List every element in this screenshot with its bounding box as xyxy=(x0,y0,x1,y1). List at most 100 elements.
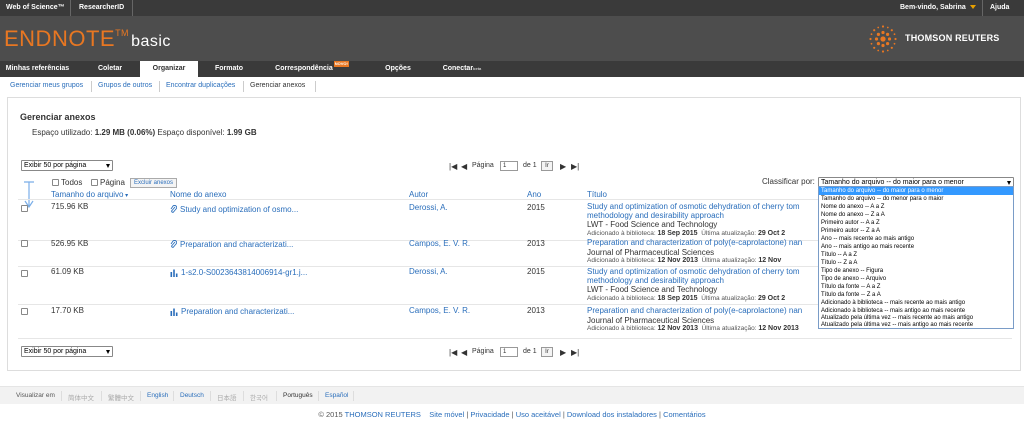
row-author[interactable]: Campos, E. V. R. xyxy=(409,306,470,315)
select-all-checkbox[interactable] xyxy=(52,179,59,186)
row-author[interactable]: Campos, E. V. R. xyxy=(409,239,470,248)
tab-match[interactable]: CorrespondênciaNOVO! xyxy=(262,61,362,77)
go-button[interactable]: Ir xyxy=(541,161,553,171)
sort-option[interactable]: Atualizado pela última vez -- mais antig… xyxy=(819,321,1013,329)
thomson-reuters-link[interactable]: THOMSON REUTERS xyxy=(345,410,421,419)
updated-date: 29 Oct 2 xyxy=(757,230,786,237)
lang-simplified-chinese[interactable]: 简体中文 xyxy=(68,392,94,402)
page-number-input[interactable]: 1 xyxy=(500,347,518,357)
row-checkbox[interactable] xyxy=(21,308,28,315)
sort-option[interactable]: Título -- Z a A xyxy=(819,259,1013,267)
web-of-science-link[interactable]: Web of Science™ xyxy=(6,4,65,11)
reference-title-link-line2[interactable]: methodology and desirability approach xyxy=(587,276,724,285)
sort-option[interactable]: Tamanho do arquivo -- do maior para o me… xyxy=(819,187,1013,196)
subnav-find-duplicates[interactable]: Encontrar duplicações xyxy=(166,82,235,89)
sort-option[interactable]: Primeiro autor -- Z a A xyxy=(819,227,1013,235)
subnav-others-groups[interactable]: Grupos de outros xyxy=(98,82,152,89)
sort-option[interactable]: Título da fonte -- Z a A xyxy=(819,291,1013,299)
sort-option[interactable]: Nome do anexo -- Z a A xyxy=(819,211,1013,219)
reference-title-link[interactable]: Study and optimization of osmotic dehydr… xyxy=(587,202,800,211)
attachment-link[interactable]: Preparation and characterizati... xyxy=(170,307,294,316)
row-checkbox[interactable] xyxy=(21,270,28,277)
col-file-size[interactable]: Tamanho do arquivo ▾ xyxy=(51,190,128,199)
reference-title-link[interactable]: Preparation and characterization of poly… xyxy=(587,238,802,247)
attachment-link[interactable]: Preparation and characterizati... xyxy=(170,240,293,249)
tab-my-references[interactable]: Minhas referências xyxy=(0,61,75,77)
user-menu[interactable]: Bem-vindo, Sabrina xyxy=(900,4,976,11)
sort-option[interactable]: Tipo de anexo -- Arquivo xyxy=(819,275,1013,283)
help-link[interactable]: Ajuda xyxy=(990,4,1009,11)
row-author[interactable]: Derossi, A. xyxy=(409,203,448,212)
subnav-manage-my-groups[interactable]: Gerenciar meus grupos xyxy=(10,82,83,89)
sort-option[interactable]: Título -- A a Z xyxy=(819,251,1013,259)
page-label: Página xyxy=(472,162,494,169)
row-journal: LWT - Food Science and Technology xyxy=(587,220,718,229)
per-page-select-bottom[interactable]: Exibir 50 por página xyxy=(21,346,113,357)
updated-label: Última atualização: xyxy=(701,325,757,332)
endnote-logo[interactable]: ENDNOTETM basic xyxy=(4,26,171,52)
footer-link-acceptable-use[interactable]: Uso aceitável xyxy=(516,410,561,419)
researcherid-link[interactable]: ResearcherID xyxy=(79,4,124,11)
lang-traditional-chinese[interactable]: 繁體中文 xyxy=(108,392,134,402)
col-title[interactable]: Título xyxy=(587,190,607,199)
per-page-select[interactable]: Exibir 50 por página xyxy=(21,160,113,171)
prev-page-icon[interactable]: ◀ xyxy=(461,348,467,357)
footer-link-mobile[interactable]: Site móvel xyxy=(429,410,464,419)
figure-icon xyxy=(170,308,178,316)
lang-japanese[interactable]: 日本語 xyxy=(217,392,237,402)
chevron-down-icon xyxy=(106,164,110,168)
col-attachment-name[interactable]: Nome do anexo xyxy=(170,190,226,199)
attachment-link[interactable]: Study and optimization of osmo... xyxy=(170,205,298,214)
tab-format[interactable]: Formato xyxy=(200,61,258,77)
divider xyxy=(18,338,1012,339)
next-page-icon[interactable]: ▶ xyxy=(560,348,566,357)
sort-option[interactable]: Tamanho do arquivo -- do menor para o ma… xyxy=(819,195,1013,203)
added-date: 12 Nov 2013 xyxy=(657,257,698,264)
row-author[interactable]: Derossi, A. xyxy=(409,267,448,276)
prev-page-icon[interactable]: ◀ xyxy=(461,162,467,171)
footer-link-feedback[interactable]: Comentários xyxy=(663,410,706,419)
lang-spanish[interactable]: Español xyxy=(325,392,349,399)
page-number-input[interactable]: 1 xyxy=(500,161,518,171)
reference-title-link[interactable]: Preparation and characterization of poly… xyxy=(587,306,802,315)
attachment-link[interactable]: 1-s2.0-S0023643814006914-gr1.j... xyxy=(170,268,307,277)
delete-attachments-button[interactable]: Excluir anexos xyxy=(130,178,178,188)
lang-english[interactable]: English xyxy=(147,392,168,399)
last-page-icon[interactable]: ▶| xyxy=(571,348,579,357)
tab-organize[interactable]: Organizar xyxy=(140,61,198,77)
divider xyxy=(101,391,102,401)
sort-option[interactable]: Adicionado à biblioteca -- mais recente … xyxy=(819,299,1013,307)
sort-option[interactable]: Título da fonte -- A a Z xyxy=(819,283,1013,291)
content-panel: Gerenciar anexos Espaço utilizado: 1.29 … xyxy=(7,97,1021,371)
sort-option[interactable]: Nome do anexo -- A a Z xyxy=(819,203,1013,211)
sort-option[interactable]: Primeiro autor -- A a Z xyxy=(819,219,1013,227)
tab-connect[interactable]: Conectarbeta xyxy=(432,61,492,77)
select-page-checkbox[interactable] xyxy=(91,179,98,186)
sort-option[interactable]: Tipo de anexo -- Figura xyxy=(819,267,1013,275)
chevron-down-icon xyxy=(1007,181,1011,185)
reference-title-link[interactable]: Study and optimization of osmotic dehydr… xyxy=(587,267,800,276)
page-title: Gerenciar anexos xyxy=(20,112,96,122)
last-page-icon[interactable]: ▶| xyxy=(571,162,579,171)
next-page-icon[interactable]: ▶ xyxy=(560,162,566,171)
tab-options[interactable]: Opções xyxy=(370,61,426,77)
row-checkbox[interactable] xyxy=(21,205,28,212)
sort-option[interactable]: Ano -- mais recente ao mais antigo xyxy=(819,235,1013,243)
footer-link-privacy[interactable]: Privacidade xyxy=(470,410,509,419)
col-author[interactable]: Autor xyxy=(409,190,428,199)
first-page-icon[interactable]: |◀ xyxy=(449,162,457,171)
col-year[interactable]: Ano xyxy=(527,190,541,199)
storage-usage: Espaço utilizado: 1.29 MB (0.06%) Espaço… xyxy=(32,128,257,137)
tab-collect[interactable]: Coletar xyxy=(82,61,138,77)
sort-option[interactable]: Ano -- mais antigo ao mais recente xyxy=(819,243,1013,251)
footer-link-download-installers[interactable]: Download dos instaladores xyxy=(567,410,657,419)
updated-label: Última atualização: xyxy=(701,295,757,302)
subnav-manage-attachments[interactable]: Gerenciar anexos xyxy=(250,82,305,89)
row-checkbox[interactable] xyxy=(21,240,28,247)
reference-title-link-line2[interactable]: methodology and desirability approach xyxy=(587,211,724,220)
lang-korean[interactable]: 한국어 xyxy=(250,392,268,402)
lang-portuguese[interactable]: Português xyxy=(283,392,313,399)
lang-german[interactable]: Deutsch xyxy=(180,392,204,399)
go-button[interactable]: Ir xyxy=(541,347,553,357)
first-page-icon[interactable]: |◀ xyxy=(449,348,457,357)
